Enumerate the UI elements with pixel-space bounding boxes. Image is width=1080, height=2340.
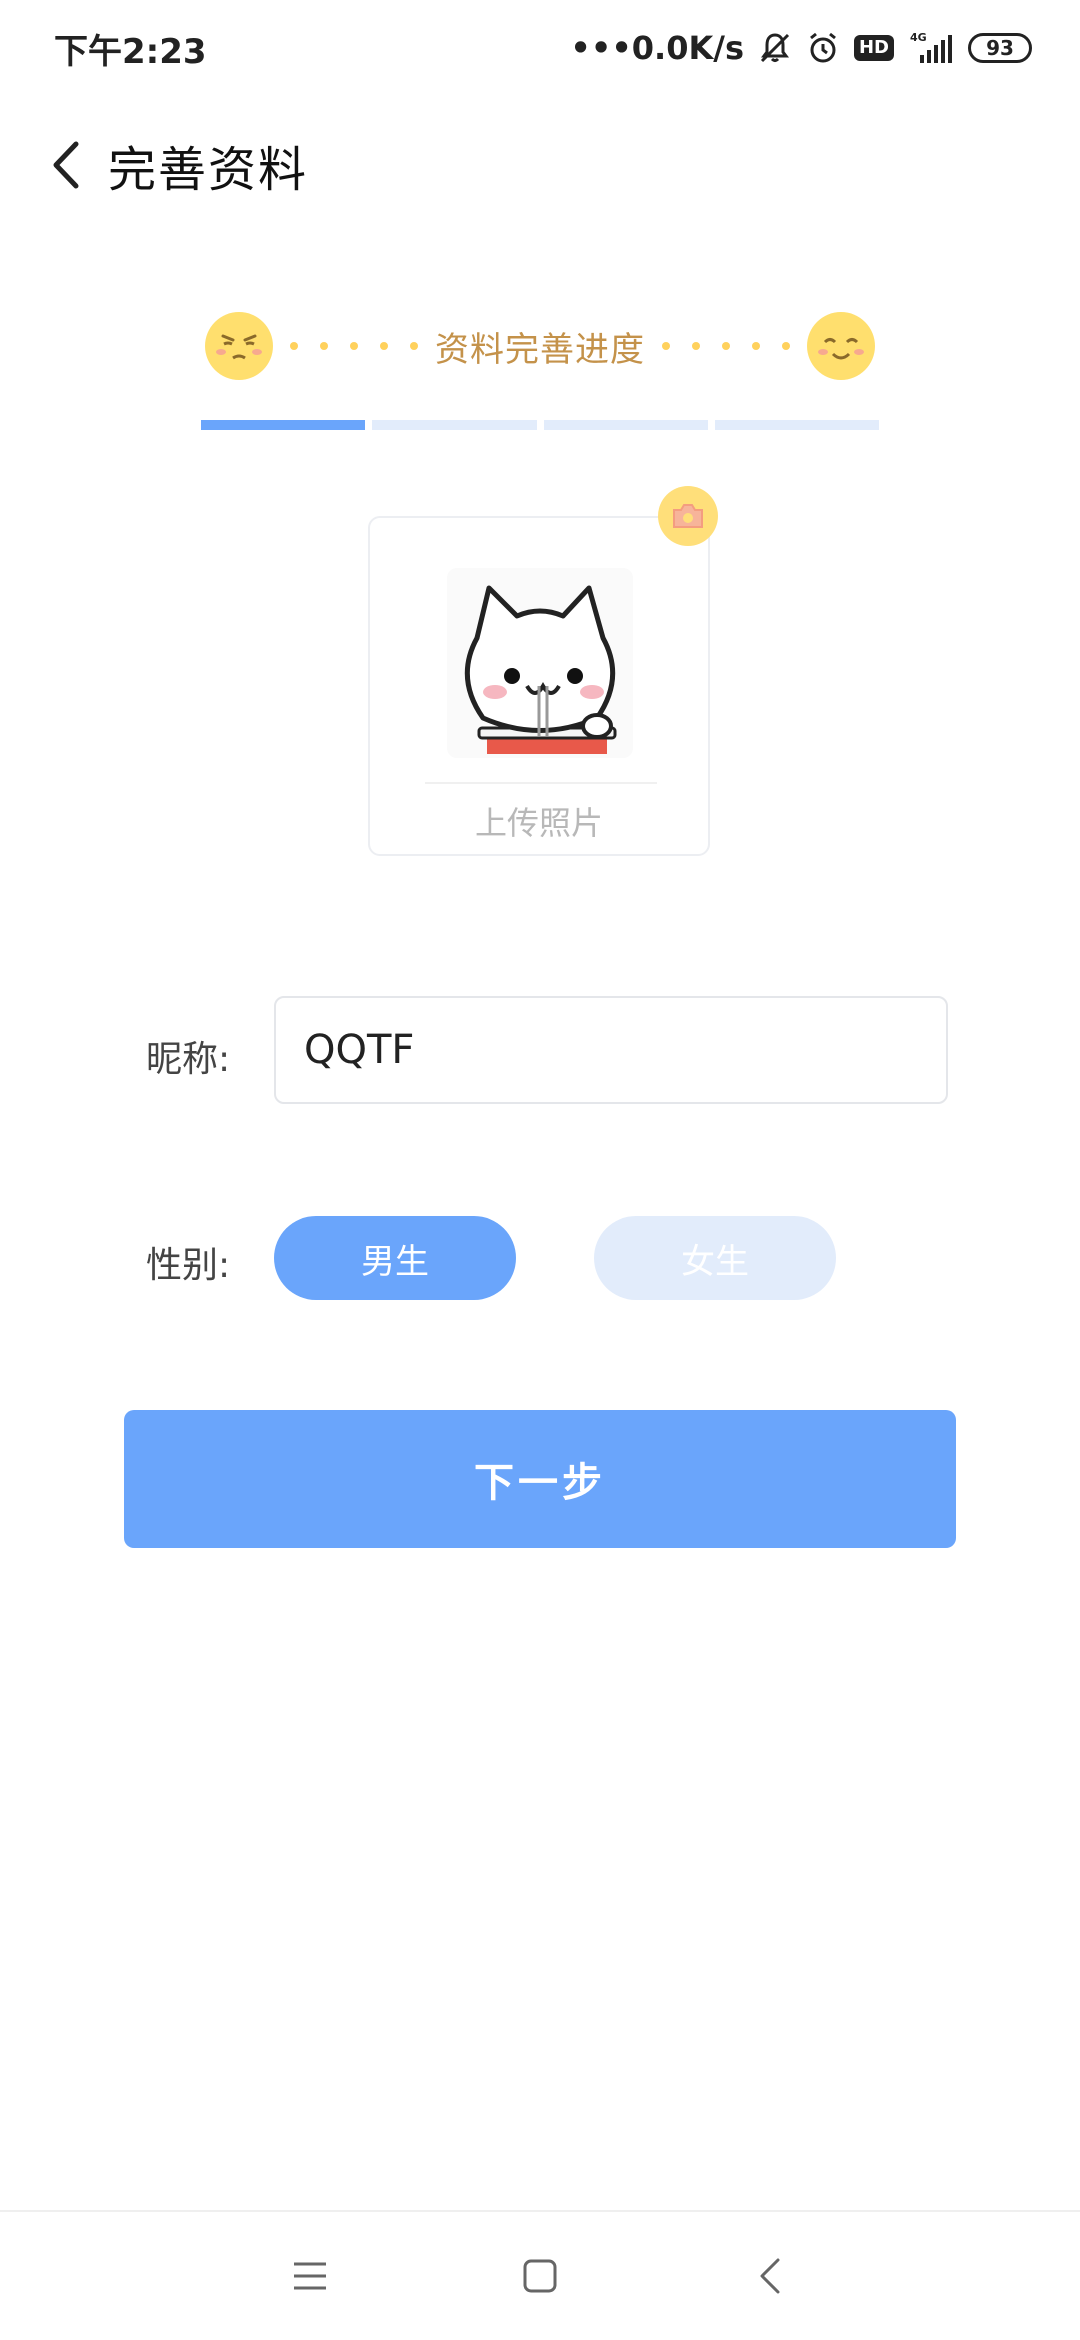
card-divider — [425, 782, 657, 784]
progress-label: 资料完善进度 — [435, 329, 645, 370]
status-icons: •••0.0K/s HD 4G 93 — [570, 29, 1032, 67]
mute-bell-icon — [758, 31, 792, 65]
home-square-icon — [523, 2259, 557, 2293]
photo-upload-card[interactable]: 上传照片 — [368, 516, 710, 856]
battery-indicator: 93 — [968, 33, 1032, 63]
page-title: 完善资料 — [108, 142, 309, 198]
progress-dots-left — [290, 342, 418, 350]
screen: 下午2:23 •••0.0K/s HD 4G 93 完善资料 资料完善进度 上传… — [0, 0, 1080, 2340]
app-header: 完善资料 — [0, 120, 1080, 210]
camera-button[interactable] — [658, 486, 718, 546]
back-arrow-icon — [760, 2258, 780, 2294]
cat-avatar-icon — [447, 568, 633, 758]
gender-label: 性别: — [146, 1245, 231, 1286]
nav-menu-button[interactable] — [270, 2236, 350, 2316]
progress-bar — [201, 420, 879, 432]
hd-badge: HD — [853, 35, 894, 61]
progress-segment — [372, 420, 537, 430]
menu-icon — [294, 2262, 326, 2290]
progress-segment — [201, 420, 366, 430]
progress-segment — [543, 420, 708, 430]
network-speed: •••0.0K/s — [570, 29, 744, 67]
system-nav-bar — [0, 2210, 1080, 2340]
gender-male-button[interactable]: 男生 — [274, 1216, 516, 1300]
nickname-label: 昵称: — [146, 1039, 231, 1080]
nickname-input[interactable] — [274, 996, 948, 1104]
gender-female-button[interactable]: 女生 — [594, 1216, 836, 1300]
nav-back-button[interactable] — [730, 2236, 810, 2316]
alarm-icon — [806, 31, 840, 65]
happy-face-icon — [807, 312, 875, 380]
progress-segment — [714, 420, 879, 430]
next-step-button[interactable]: 下一步 — [124, 1410, 956, 1548]
chevron-left-icon — [53, 141, 79, 189]
status-bar: 下午2:23 •••0.0K/s HD 4G 93 — [0, 0, 1080, 96]
nav-home-button[interactable] — [500, 2236, 580, 2316]
camera-icon — [673, 504, 703, 528]
sad-face-icon — [205, 312, 273, 380]
progress-dots-right — [662, 342, 790, 350]
status-time: 下午2:23 — [54, 31, 207, 72]
svg-text:4G: 4G — [910, 31, 927, 44]
signal-icon: 4G — [908, 31, 954, 65]
progress-header: 资料完善进度 — [205, 308, 875, 384]
back-button[interactable] — [36, 135, 96, 195]
upload-photo-label: 上传照片 — [474, 804, 603, 842]
